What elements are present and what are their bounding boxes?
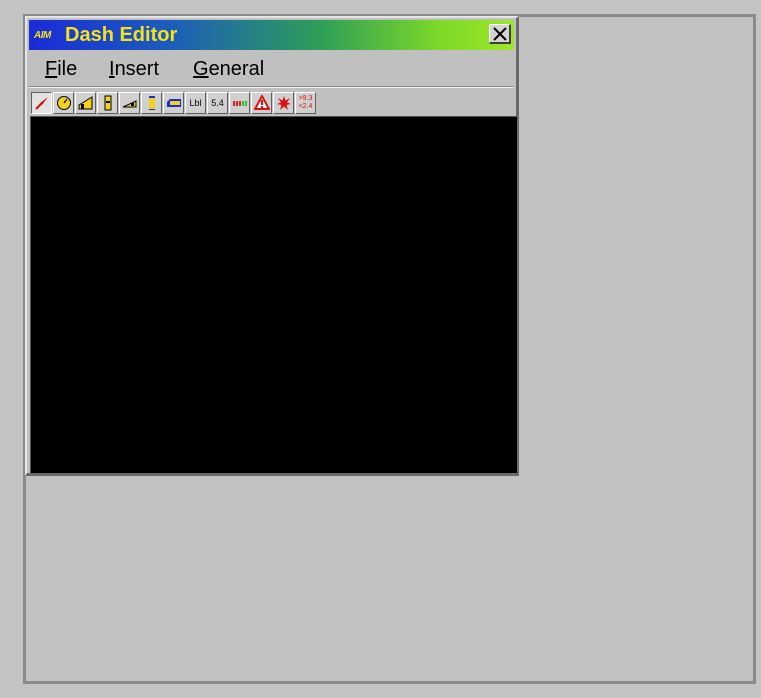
bar-graph-icon xyxy=(78,96,93,110)
vertical-bar-icon xyxy=(104,95,112,111)
red-burst-icon xyxy=(277,96,291,110)
round-gauge-icon xyxy=(57,96,71,110)
warning-tool-button[interactable] xyxy=(251,92,272,114)
menu-insert[interactable]: Insert xyxy=(109,57,159,81)
value-tool-button[interactable]: 5.4 xyxy=(207,92,228,114)
menu-bar: File Insert General xyxy=(29,54,514,84)
dash-editor-window: AIM Dash Editor File Insert General Lbl … xyxy=(25,16,519,476)
alarm-tool-button[interactable] xyxy=(273,92,294,114)
horizontal-bar-tool-button[interactable] xyxy=(119,92,140,114)
bar-area-tool-button[interactable] xyxy=(75,92,96,114)
warning-triangle-icon xyxy=(254,95,270,110)
menu-file[interactable]: File xyxy=(45,57,77,81)
shift-lights-icon xyxy=(233,101,247,106)
menu-general[interactable]: General xyxy=(193,57,264,81)
threshold-tool-button[interactable]: >9.3 <2.4 xyxy=(295,92,316,114)
label-tool-button[interactable]: Lbl xyxy=(185,92,206,114)
window-title: Dash Editor xyxy=(65,24,178,46)
dash-canvas[interactable] xyxy=(30,116,517,473)
title-bar[interactable]: AIM Dash Editor xyxy=(29,20,514,50)
horizontal-bar-filled-icon xyxy=(167,99,181,107)
vertical-bar-tool-button[interactable] xyxy=(97,92,118,114)
red-arrow-icon xyxy=(35,97,48,110)
horizontal-bar-2-tool-button[interactable] xyxy=(163,92,184,114)
pointer-tool-button[interactable] xyxy=(31,92,52,114)
app-logo: AIM xyxy=(34,30,51,41)
vertical-bar-filled-icon xyxy=(149,96,155,110)
shift-lights-tool-button[interactable] xyxy=(229,92,250,114)
horizontal-bar-icon xyxy=(122,100,137,108)
toolbar: Lbl 5.4 >9.3 <2.4 xyxy=(31,92,514,114)
gauge-tool-button[interactable] xyxy=(53,92,74,114)
menu-separator xyxy=(29,86,514,88)
vertical-bar-2-tool-button[interactable] xyxy=(141,92,162,114)
close-button[interactable] xyxy=(489,24,511,44)
close-icon xyxy=(493,27,507,41)
